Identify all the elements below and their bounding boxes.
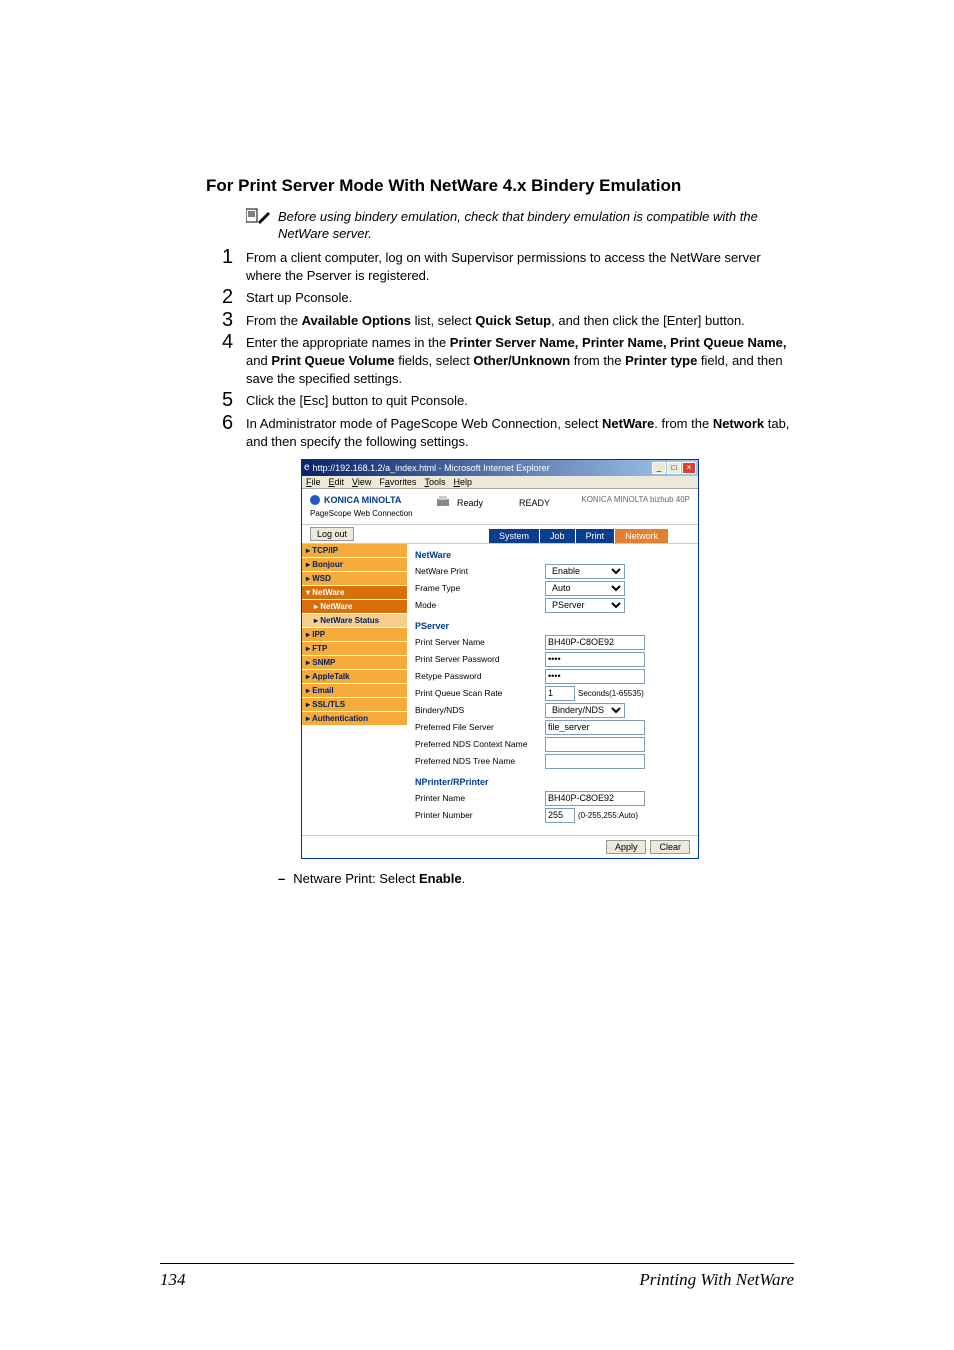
sidebar-netware[interactable]: ▾ NetWare [302,586,407,600]
sidebar-email[interactable]: ▸ Email [302,684,407,698]
step-6: In Administrator mode of PageScope Web C… [246,416,789,449]
input-repwd[interactable] [545,669,645,684]
step-5: Click the [Esc] button to quit Pconsole. [246,393,468,408]
input-pnum[interactable] [545,808,575,823]
label-mode: Mode [415,600,545,610]
maximize-button[interactable]: □ [667,462,681,474]
sidebar-bonjour[interactable]: ▸ Bonjour [302,558,407,572]
menu-file[interactable]: FFileile [306,477,321,487]
section-nprinter: NPrinter/RPrinter [415,777,690,787]
embedded-screenshot: e http://192.168.1.2/a_index.html - Micr… [301,459,699,859]
label-nwprint: NetWare Print [415,566,545,576]
section-netware: NetWare [415,550,690,560]
browser-menu: FFileile Edit View Favorites Tools Help [302,476,698,489]
sidebar-netware-status[interactable]: ▸ NetWare Status [302,614,407,628]
input-pctx[interactable] [545,737,645,752]
tab-job[interactable]: Job [540,529,575,543]
page-title: For Print Server Mode With NetWare 4.x B… [206,175,794,198]
tab-print[interactable]: Print [576,529,615,543]
label-ftype: Frame Type [415,583,545,593]
label-ptree: Preferred NDS Tree Name [415,756,545,766]
menu-help[interactable]: Help [453,477,472,487]
clear-button[interactable]: Clear [650,840,690,854]
menu-edit[interactable]: Edit [329,477,345,487]
sidebar-wsd[interactable]: ▸ WSD [302,572,407,586]
step-4: Enter the appropriate names in the Print… [246,335,786,386]
label-pctx: Preferred NDS Context Name [415,739,545,749]
sidebar-auth[interactable]: ▸ Authentication [302,712,407,726]
label-bnds: Bindery/NDS [415,705,545,715]
sidebar-ftp[interactable]: ▸ FTP [302,642,407,656]
select-ftype[interactable]: Auto [545,581,625,596]
section-title: Printing With NetWare [639,1270,794,1290]
model-label: KONICA MINOLTA bizhub 40P [581,495,690,504]
label-pfile: Preferred File Server [415,722,545,732]
sidebar-appletalk[interactable]: ▸ AppleTalk [302,670,407,684]
window-titlebar: e http://192.168.1.2/a_index.html - Micr… [302,460,698,476]
select-nwprint[interactable]: Enable [545,564,625,579]
sub-brand: PageScope Web Connection [310,509,435,518]
sidebar-ipp[interactable]: ▸ IPP [302,628,407,642]
close-button[interactable]: × [682,462,696,474]
window-title: http://192.168.1.2/a_index.html - Micros… [313,463,550,473]
printer-icon [435,495,451,511]
tab-system[interactable]: System [489,529,539,543]
page-number: 134 [160,1270,186,1290]
page-footer: 134 Printing With NetWare [160,1263,794,1290]
label-pspwd: Print Server Password [415,654,545,664]
logout-button[interactable]: Log out [310,527,354,541]
steps-list: 1From a client computer, log on with Sup… [206,249,794,451]
input-pname[interactable] [545,791,645,806]
note-icon [246,208,278,243]
input-qscan[interactable] [545,686,575,701]
input-ptree[interactable] [545,754,645,769]
sidebar-snmp[interactable]: ▸ SNMP [302,656,407,670]
note: Before using bindery emulation, check th… [246,208,794,243]
select-mode[interactable]: PServer [545,598,625,613]
select-bnds[interactable]: Bindery/NDS [545,703,625,718]
label-pnum: Printer Number [415,810,545,820]
label-pname: Printer Name [415,793,545,803]
sidebar-ssl[interactable]: ▸ SSL/TLS [302,698,407,712]
label-psname: Print Server Name [415,637,545,647]
label-repwd: Retype Password [415,671,545,681]
step-2: Start up Pconsole. [246,290,352,305]
note-text: Before using bindery emulation, check th… [278,208,794,243]
step-1: From a client computer, log on with Supe… [246,250,761,283]
menu-view[interactable]: View [352,477,371,487]
bullet-line: –Netware Print: Select Enable. [278,871,794,886]
minimize-button[interactable]: _ [652,462,666,474]
tab-network[interactable]: Network [615,529,668,543]
step-3: From the Available Options list, select … [246,313,745,328]
menu-favorites[interactable]: Favorites [379,477,416,487]
menu-tools[interactable]: Tools [424,477,445,487]
range-qscan: Seconds(1-65535) [578,689,644,698]
input-pfile[interactable] [545,720,645,735]
apply-button[interactable]: Apply [606,840,647,854]
sidebar-netware-sub[interactable]: ▸ NetWare [302,600,407,614]
input-pspwd[interactable] [545,652,645,667]
sidebar-tcpip[interactable]: ▸ TCP/IP [302,544,407,558]
sidebar: ▸ TCP/IP ▸ Bonjour ▸ WSD ▾ NetWare ▸ Net… [302,544,407,835]
section-pserver: PServer [415,621,690,631]
ready-status: READY [519,498,550,508]
ready-label: Ready [457,498,483,508]
label-qscan: Print Queue Scan Rate [415,688,545,698]
ie-icon: e [304,462,310,473]
range-pnum: (0-255,255:Auto) [578,811,638,820]
brand-logo: KONICA MINOLTA [310,495,435,505]
input-psname[interactable] [545,635,645,650]
